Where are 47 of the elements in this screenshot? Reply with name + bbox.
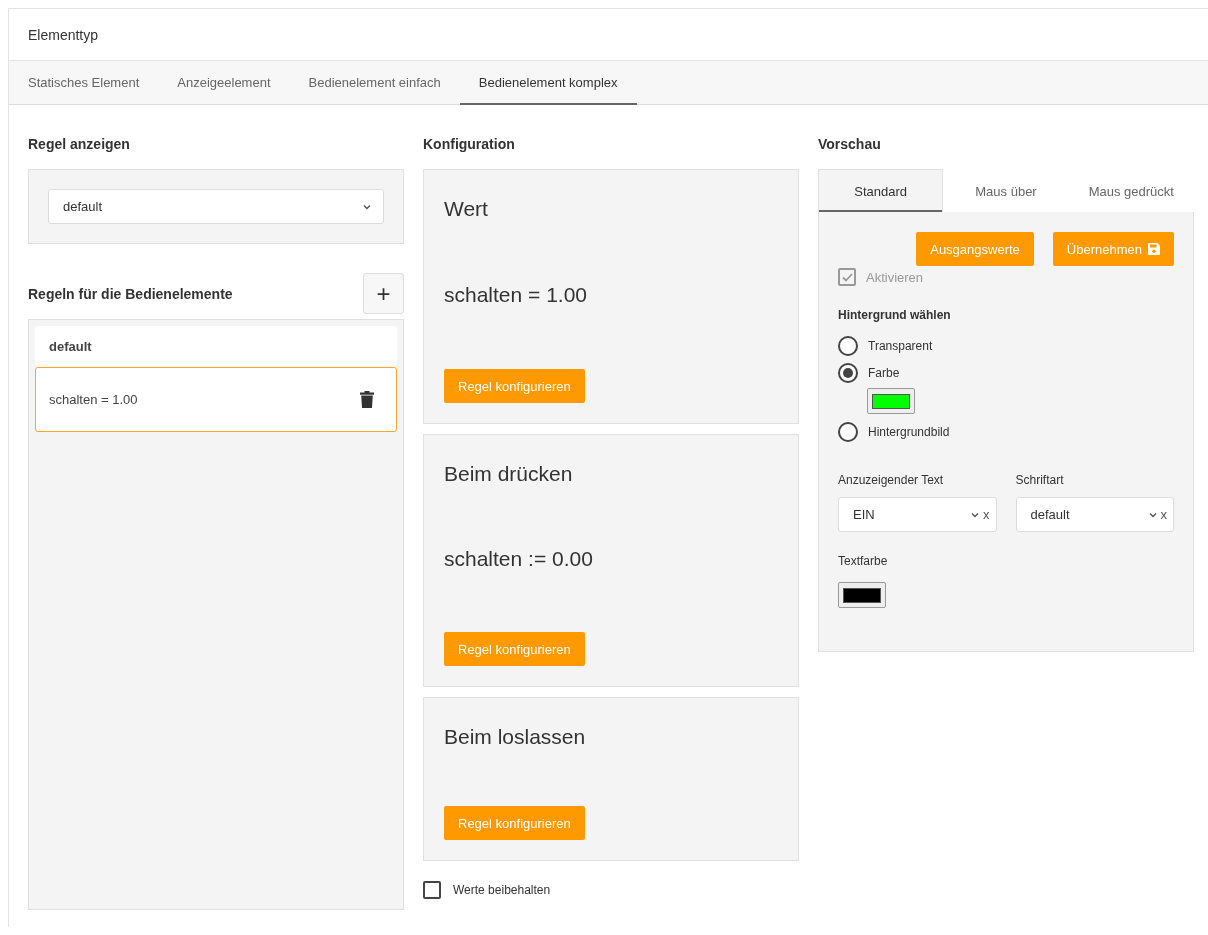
element-type-tab[interactable]: Bedienelement einfach xyxy=(289,61,460,105)
checkbox-label: Werte beibehalten xyxy=(453,883,551,897)
section-heading: Regel anzeigen xyxy=(28,136,131,152)
config-title: Beim loslassen xyxy=(444,725,587,749)
config-title: Wert xyxy=(444,197,489,221)
select-field[interactable]: default x xyxy=(1015,497,1174,532)
element-type-tab[interactable]: Statisches Element xyxy=(9,61,159,105)
radio-button[interactable] xyxy=(838,421,858,442)
add-rule-button[interactable]: + xyxy=(363,273,404,314)
trash-icon[interactable] xyxy=(360,391,374,408)
state-tab[interactable]: Maus über xyxy=(943,169,1069,212)
rule-item[interactable]: schalten = 1.00 xyxy=(35,367,397,432)
state-tab[interactable]: Maus gedrückt xyxy=(1068,169,1194,212)
config-title: Beim drücken xyxy=(444,462,574,486)
checkmark-icon xyxy=(841,272,853,282)
field-label: Hintergrund wählen xyxy=(838,308,952,322)
radio-button[interactable] xyxy=(838,335,858,356)
field-label: Anzuzeigender Text xyxy=(838,473,945,487)
element-type-tab[interactable]: Anzeigeelement xyxy=(158,61,290,105)
color-swatch[interactable] xyxy=(867,388,915,414)
chevron-down-icon xyxy=(971,511,979,518)
section-heading: Regeln für die Bedienelemente xyxy=(28,285,233,302)
rule-expression: schalten = 1.00 xyxy=(444,283,589,307)
select-field[interactable]: EIN x xyxy=(838,497,997,532)
state-tab[interactable]: Standard xyxy=(818,169,944,212)
chevron-down-icon xyxy=(1148,511,1157,518)
rule-item[interactable]: default xyxy=(35,326,397,366)
radio-label: Transparent xyxy=(868,338,933,353)
radio-button[interactable] xyxy=(838,362,858,383)
section-heading: Vorschau xyxy=(818,136,882,152)
chevron-down-icon xyxy=(363,203,371,210)
radio-label: Farbe xyxy=(868,365,900,380)
field-label: Textfarbe xyxy=(838,554,889,568)
rule-select[interactable]: default xyxy=(48,189,384,224)
clear-button[interactable]: x xyxy=(1160,507,1167,522)
radio-label: Hintergrundbild xyxy=(868,424,950,439)
field-label: Schriftart xyxy=(1015,473,1065,487)
element-type-tab[interactable]: Bedienelement komplex xyxy=(459,61,637,105)
section-heading: Konfiguration xyxy=(423,136,516,152)
checkbox-label: Aktivieren xyxy=(866,269,924,285)
rule-label: schalten = 1.00 xyxy=(49,392,138,407)
clear-button[interactable]: x xyxy=(983,507,990,522)
color-swatch[interactable] xyxy=(838,582,886,608)
rule-expression: schalten := 0.00 xyxy=(444,547,594,571)
save-icon xyxy=(1148,243,1160,255)
checkbox[interactable] xyxy=(423,881,441,899)
rule-label: default xyxy=(49,338,92,354)
